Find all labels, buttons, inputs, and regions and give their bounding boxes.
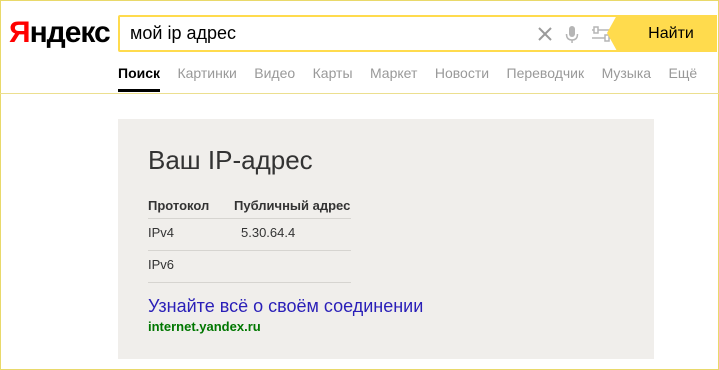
tab-video[interactable]: Видео xyxy=(254,63,295,83)
column-header-public-address: Публичный адрес xyxy=(234,198,351,213)
tab-more[interactable]: Ещё xyxy=(669,63,698,83)
table-header: Протокол Публичный адрес xyxy=(148,195,351,219)
tab-images[interactable]: Картинки xyxy=(177,63,236,83)
protocol-cell: IPv4 xyxy=(148,225,175,240)
tab-search[interactable]: Поиск xyxy=(118,63,161,92)
close-icon[interactable] xyxy=(534,23,556,45)
tab-translator[interactable]: Переводчик xyxy=(507,63,585,83)
protocol-cell: IPv6 xyxy=(148,257,175,272)
yandex-logo[interactable]: Яндекс xyxy=(9,14,111,52)
column-header-protocol: Протокол xyxy=(148,198,210,213)
card-title: Ваш IP-адрес xyxy=(148,145,313,175)
ip-table: Протокол Публичный адрес IPv4 5.30.64.4 … xyxy=(148,195,351,283)
logo-first-letter: Я xyxy=(9,16,31,49)
service-tabs: Поиск Картинки Видео Карты Маркет Новост… xyxy=(118,63,710,93)
connection-info-link[interactable]: Узнайте всё о своём соединении xyxy=(148,296,423,317)
address-cell: 5.30.64.4 xyxy=(241,225,296,240)
table-row: IPv4 5.30.64.4 xyxy=(148,219,351,251)
tab-maps[interactable]: Карты xyxy=(313,63,353,83)
table-row: IPv6 xyxy=(148,251,351,283)
link-domain: internet.yandex.ru xyxy=(148,319,261,334)
search-bar: Найти xyxy=(118,15,717,52)
search-button[interactable]: Найти xyxy=(607,15,717,52)
search-input[interactable] xyxy=(120,17,530,50)
microphone-icon[interactable] xyxy=(561,23,583,45)
tab-music[interactable]: Музыка xyxy=(602,63,652,83)
logo-rest: ндекс xyxy=(29,16,111,49)
ip-address-card: Ваш IP-адрес Протокол Публичный адрес IP… xyxy=(118,119,654,359)
header-divider xyxy=(0,93,719,94)
tab-market[interactable]: Маркет xyxy=(370,63,417,83)
tab-news[interactable]: Новости xyxy=(435,63,489,83)
